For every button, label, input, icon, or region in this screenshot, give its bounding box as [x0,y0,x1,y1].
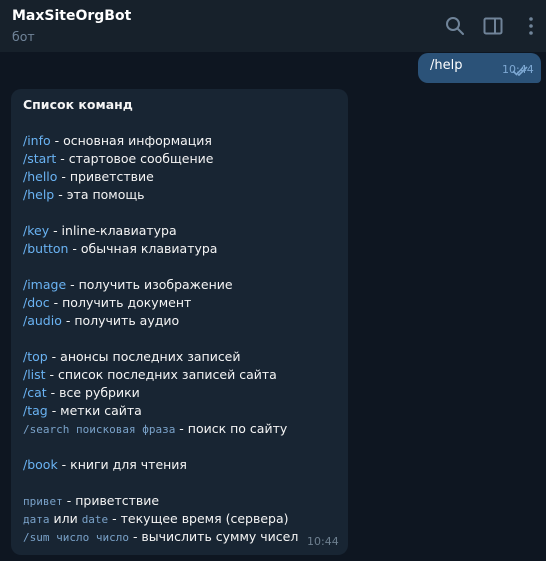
outgoing-text: /help [430,58,463,73]
chat-subtitle: бот [12,29,35,44]
outgoing-message[interactable]: /help 10:44 [418,53,541,83]
message-area[interactable]: /help 10:44 Список команд /info - основн… [0,52,546,561]
incoming-message[interactable]: Список команд /info - основная информаци… [11,89,348,555]
command-line: /image - получить изображение [23,277,233,292]
sidebar-toggle-icon[interactable] [481,14,505,38]
command-line: /top - анонсы последних записей [23,349,241,364]
command-description: - вычислить сумму чисел [128,529,299,544]
command-link[interactable]: /key [23,223,49,238]
more-vertical-icon[interactable] [519,14,543,38]
chat-header: MaxSiteOrgBot бот [0,0,546,52]
inline-code[interactable]: /sum число число [23,531,129,544]
command-description: - список последних записей сайта [45,367,277,382]
command-line: /start - стартовое сообщение [23,151,213,166]
chat-title[interactable]: MaxSiteOrgBot [12,8,131,24]
command-line: /key - inline-клавиатура [23,223,177,238]
command-link[interactable]: /button [23,241,68,256]
command-link[interactable]: /cat [23,385,47,400]
command-line: /list - список последних записей сайта [23,367,277,382]
command-line: /cat - все рубрики [23,385,140,400]
command-description: - приветствие [57,169,154,184]
command-line: /info - основная информация [23,133,212,148]
command-link[interactable]: /book [23,457,58,472]
command-description: - эта помощь [54,187,145,202]
command-link[interactable]: /doc [23,295,50,310]
incoming-time: 10:44 [307,535,339,548]
command-description: - основная информация [50,133,212,148]
command-line: /doc - получить документ [23,295,191,310]
inline-code[interactable]: привет [23,495,63,508]
inline-code[interactable]: date [82,513,109,526]
command-description: - метки сайта [47,403,142,418]
command-description: - получить аудио [61,313,180,328]
command-description: - обычная клавиатура [68,241,218,256]
command-line: /search поисковая фраза - поиск по сайту [23,421,287,436]
command-description: - анонсы последних записей [47,349,241,364]
command-link[interactable]: /audio [23,313,62,328]
command-description: - inline-клавиатура [49,223,177,238]
command-line: /help - эта помощь [23,187,145,202]
command-link[interactable]: /start [23,151,56,166]
command-description: - книги для чтения [57,457,187,472]
command-line: /tag - метки сайта [23,403,142,418]
command-description: - стартовое сообщение [56,151,214,166]
inline-code[interactable]: /search поисковая фраза [23,423,175,436]
command-link[interactable]: /info [23,133,51,148]
command-line: /hello - приветствие [23,169,154,184]
connector-text: или [49,511,82,526]
command-line: /sum число число - вычислить сумму чисел [23,529,298,544]
double-check-icon [512,62,530,76]
command-description: - приветствие [62,493,160,508]
inline-code[interactable]: дата [23,513,50,526]
command-description: - получить документ [49,295,192,310]
command-line: дата или date - текущее время (сервера) [23,511,289,526]
command-description: - поиск по сайту [175,421,288,436]
command-link[interactable]: /tag [23,403,48,418]
message-heading: Список команд [23,97,133,112]
command-description: - текущее время (сервера) [108,511,289,526]
command-link[interactable]: /list [23,367,46,382]
command-link[interactable]: /image [23,277,66,292]
command-description: - все рубрики [46,385,140,400]
command-link[interactable]: /help [23,187,54,202]
search-icon[interactable] [443,14,467,38]
command-link[interactable]: /hello [23,169,57,184]
command-line: /book - книги для чтения [23,457,187,472]
command-line: /button - обычная клавиатура [23,241,217,256]
command-line: /audio - получить аудио [23,313,179,328]
command-link[interactable]: /top [23,349,48,364]
command-line: привет - приветствие [23,493,159,508]
command-description: - получить изображение [66,277,233,292]
